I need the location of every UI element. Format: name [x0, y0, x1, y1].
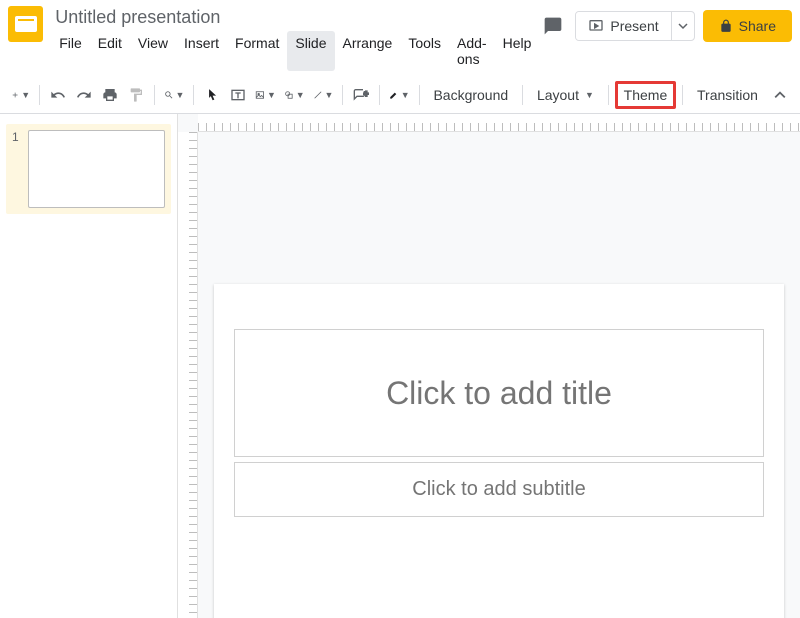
title-placeholder-box[interactable]: Click to add title — [234, 329, 764, 457]
menu-slide[interactable]: Slide — [287, 31, 334, 71]
slide-thumbnail[interactable]: 1 — [6, 124, 171, 214]
comment-icon — [543, 16, 563, 36]
present-dropdown[interactable] — [671, 12, 694, 40]
menu-help[interactable]: Help — [495, 31, 540, 71]
transition-button[interactable]: Transition — [689, 81, 766, 109]
layout-button[interactable]: Layout ▼ — [529, 81, 602, 109]
chevron-down-icon: ▼ — [401, 90, 410, 100]
chevron-down-icon — [678, 21, 688, 31]
toolbar: ▼ ▼ ▼ ▼ ▼ ▼ Background — [0, 77, 800, 114]
chevron-down-icon: ▼ — [585, 90, 594, 100]
menubar: File Edit View Insert Format Slide Arran… — [51, 31, 539, 71]
layout-label: Layout — [537, 87, 579, 103]
slide-preview[interactable] — [28, 130, 165, 208]
slides-panel[interactable]: 1 — [0, 114, 178, 618]
print-button[interactable] — [98, 81, 122, 109]
present-button[interactable]: Present — [576, 12, 670, 40]
collapse-toolbar-button[interactable] — [768, 81, 792, 109]
present-icon — [588, 18, 604, 34]
menu-arrange[interactable]: Arrange — [335, 31, 401, 71]
share-button[interactable]: Share — [703, 10, 792, 42]
undo-icon — [50, 87, 66, 103]
add-comment-icon — [353, 87, 369, 103]
subtitle-placeholder-text: Click to add subtitle — [412, 478, 585, 501]
title-placeholder-text: Click to add title — [386, 375, 612, 412]
print-icon — [102, 87, 118, 103]
pen-icon — [389, 87, 399, 103]
redo-button[interactable] — [72, 81, 96, 109]
paint-format-button[interactable] — [124, 81, 148, 109]
menu-view[interactable]: View — [130, 31, 176, 71]
slide-number: 1 — [12, 130, 24, 144]
line-icon — [313, 87, 323, 103]
comment-tool[interactable] — [349, 81, 373, 109]
zoom-button[interactable]: ▼ — [161, 81, 188, 109]
image-tool[interactable]: ▼ — [252, 81, 279, 109]
background-button[interactable]: Background — [425, 81, 516, 109]
subtitle-placeholder-box[interactable]: Click to add subtitle — [234, 462, 764, 517]
plus-icon — [11, 88, 19, 102]
chevron-up-icon — [774, 89, 786, 101]
chevron-down-icon: ▼ — [176, 90, 185, 100]
cursor-icon — [205, 88, 219, 102]
chevron-down-icon: ▼ — [21, 90, 30, 100]
redo-icon — [76, 87, 92, 103]
menu-file[interactable]: File — [51, 31, 90, 71]
lock-icon — [719, 19, 733, 33]
textbox-icon — [230, 87, 246, 103]
canvas-area[interactable]: Click to add title Click to add subtitle — [178, 114, 800, 618]
zoom-icon — [164, 87, 174, 103]
slide-canvas[interactable]: Click to add title Click to add subtitle — [214, 284, 784, 618]
menu-insert[interactable]: Insert — [176, 31, 227, 71]
ruler-vertical — [178, 132, 198, 618]
ruler-horizontal — [198, 114, 800, 132]
new-slide-button[interactable]: ▼ — [8, 81, 33, 109]
menu-edit[interactable]: Edit — [90, 31, 130, 71]
image-icon — [255, 87, 265, 103]
shape-icon — [284, 87, 294, 103]
shape-tool[interactable]: ▼ — [281, 81, 308, 109]
present-label: Present — [610, 18, 658, 34]
menu-addons[interactable]: Add-ons — [449, 31, 495, 71]
menu-format[interactable]: Format — [227, 31, 287, 71]
menu-tools[interactable]: Tools — [400, 31, 449, 71]
paint-roller-icon — [128, 87, 144, 103]
select-tool[interactable] — [200, 81, 224, 109]
chevron-down-icon: ▼ — [267, 90, 276, 100]
chevron-down-icon: ▼ — [325, 90, 334, 100]
theme-button[interactable]: Theme — [615, 81, 677, 109]
undo-button[interactable] — [46, 81, 70, 109]
share-label: Share — [739, 18, 776, 34]
app-logo[interactable] — [8, 6, 43, 42]
document-title[interactable]: Untitled presentation — [51, 6, 539, 29]
chevron-down-icon: ▼ — [296, 90, 305, 100]
line-tool[interactable]: ▼ — [310, 81, 337, 109]
pen-tool[interactable]: ▼ — [386, 81, 413, 109]
textbox-tool[interactable] — [226, 81, 250, 109]
comments-button[interactable] — [539, 12, 567, 40]
